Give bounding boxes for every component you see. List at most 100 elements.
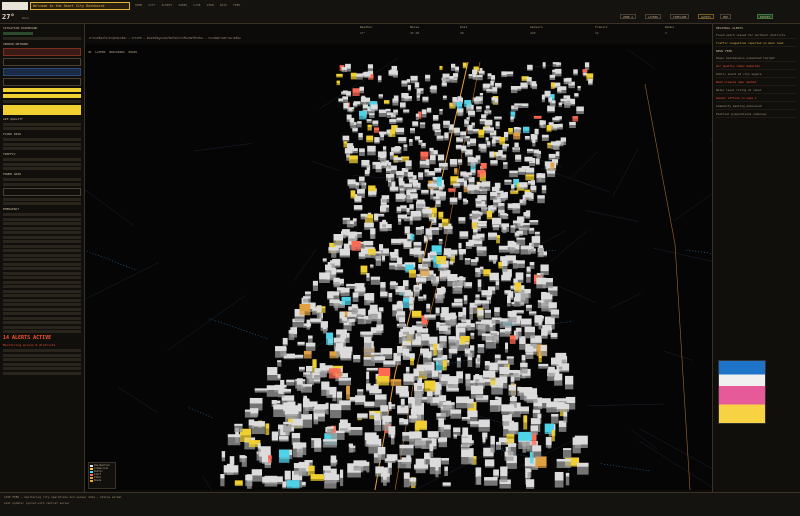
- building-roof: [406, 79, 411, 83]
- feed-item[interactable]: Air quality index moderate: [716, 63, 797, 70]
- feed-item[interactable]: Water level rising at canal: [716, 87, 797, 94]
- stat-noise: Noise 45 dB: [410, 25, 420, 35]
- building-roof: [514, 126, 519, 130]
- building-wall: [522, 130, 530, 134]
- building-wall: [298, 369, 305, 372]
- building-roof: [548, 302, 557, 308]
- nav-item[interactable]: HOME: [135, 3, 142, 7]
- pill-layers[interactable]: LAYERS: [645, 14, 662, 19]
- building-wall: [415, 281, 427, 284]
- building-wall: [551, 435, 555, 442]
- building-roof: [368, 191, 377, 195]
- section-header[interactable]: POWER GRID: [3, 172, 81, 176]
- pill-zone[interactable]: ZONE A: [620, 14, 637, 19]
- building-roof: [359, 110, 367, 116]
- building-roof: [426, 303, 431, 309]
- building-roof: [310, 318, 322, 322]
- building-roof: [293, 463, 306, 469]
- section-header[interactable]: FLOOD RISK: [3, 132, 81, 136]
- building-roof: [481, 181, 491, 187]
- section-header[interactable]: AIR QUALITY: [3, 117, 81, 121]
- building-wall: [288, 333, 295, 341]
- alert-item[interactable]: Flood watch issued for northern district…: [716, 32, 797, 39]
- map-tool-roads[interactable]: ROADS: [129, 50, 137, 54]
- building-wall: [509, 339, 516, 344]
- building-wall: [470, 335, 475, 340]
- building-wall: [540, 271, 549, 276]
- building-wall: [441, 85, 447, 87]
- building-roof: [468, 172, 472, 176]
- building-roof: [459, 231, 469, 237]
- building-roof: [390, 379, 402, 382]
- nav-item[interactable]: ALERTS: [161, 3, 172, 7]
- building-wall: [403, 187, 412, 191]
- pill-export[interactable]: EXPORT: [757, 14, 774, 19]
- app-logo[interactable]: [2, 2, 28, 10]
- building-wall: [519, 344, 526, 350]
- divider: [3, 358, 81, 361]
- building-wall: [511, 188, 515, 192]
- building-wall: [494, 102, 499, 105]
- map-tool-layers[interactable]: LAYERS: [95, 50, 105, 54]
- city-3d-map[interactable]: [85, 44, 712, 490]
- nav-item[interactable]: ZONES: [178, 3, 187, 7]
- nav-item[interactable]: VIEW: [207, 3, 214, 7]
- building-wall: [505, 349, 509, 353]
- pill-alerts[interactable]: ALERTS: [698, 14, 715, 19]
- pill-map[interactable]: MAP: [720, 14, 732, 19]
- building-wall: [266, 390, 279, 397]
- building-wall: [533, 406, 543, 410]
- building-wall: [264, 464, 271, 468]
- building-roof: [409, 431, 422, 439]
- welcome-toast[interactable]: Welcome to the Smart City Dashboard: [30, 2, 130, 10]
- feed-item[interactable]: Public event at city square: [716, 71, 797, 78]
- map-tool-buildings[interactable]: BUILDINGS: [109, 50, 124, 54]
- alert-item[interactable]: Traffic congestion reported on main road: [716, 40, 797, 47]
- feed-item[interactable]: Sensor offline in zone C: [716, 95, 797, 102]
- stat-transit: Transit 12: [595, 25, 608, 35]
- building-wall: [370, 234, 376, 239]
- map-canvas[interactable]: [85, 44, 712, 490]
- divider: [3, 36, 81, 40]
- building-roof: [379, 206, 387, 212]
- building-roof: [503, 131, 509, 138]
- building-roof: [554, 471, 564, 481]
- building-wall: [416, 92, 421, 96]
- pill-timeline[interactable]: TIMELINE: [670, 14, 690, 19]
- building-roof: [524, 326, 535, 333]
- building-roof: [494, 354, 501, 359]
- building-wall: [330, 410, 342, 419]
- nav-item[interactable]: FEED: [233, 3, 240, 7]
- nav-item[interactable]: LIVE: [193, 3, 200, 7]
- building-roof: [467, 184, 475, 191]
- section-header[interactable]: EMERGENCY: [3, 207, 81, 211]
- building-wall: [449, 201, 458, 205]
- map-tool-3d[interactable]: 3D: [88, 50, 91, 54]
- nav-item[interactable]: DATA: [220, 3, 227, 7]
- section-header[interactable]: TRAFFIC: [3, 152, 81, 156]
- building-roof: [496, 441, 502, 445]
- building-wall: [415, 116, 419, 121]
- feed-item[interactable]: Power maintenance scheduled tonight: [716, 55, 797, 62]
- building-wall: [403, 247, 412, 250]
- building-roof: [509, 170, 518, 174]
- building-wall: [527, 151, 534, 154]
- section-header[interactable]: SENSOR NETWORK: [3, 42, 81, 46]
- building-wall: [355, 402, 366, 405]
- nav-item[interactable]: CITY: [148, 3, 155, 7]
- building-wall: [296, 384, 303, 391]
- alert-count[interactable]: 14 ALERTS ACTIVE: [3, 335, 81, 341]
- event-poster-image[interactable]: [718, 360, 766, 424]
- building-wall: [529, 222, 539, 225]
- feed-item[interactable]: Community meeting announced: [716, 103, 797, 110]
- building-wall: [352, 131, 358, 133]
- building-wall: [234, 484, 243, 486]
- building-roof: [510, 116, 514, 120]
- feed-item[interactable]: Road closure near market: [716, 79, 797, 86]
- building-wall: [399, 396, 410, 398]
- building-wall: [438, 241, 443, 245]
- building-roof: [527, 469, 532, 473]
- building-wall: [431, 187, 438, 190]
- feed-item[interactable]: Festival preparations underway: [716, 111, 797, 118]
- building-roof: [438, 223, 443, 228]
